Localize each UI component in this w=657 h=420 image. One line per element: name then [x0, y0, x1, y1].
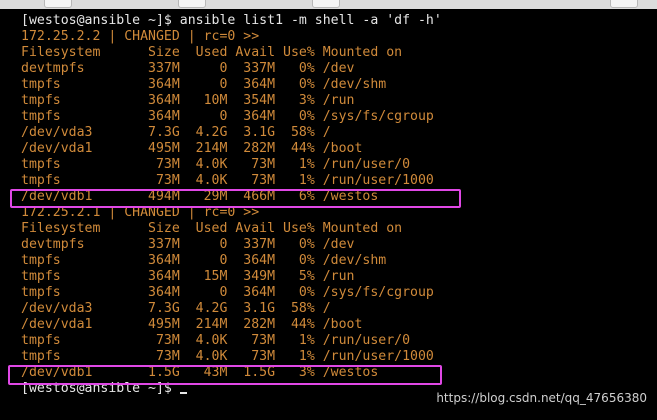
window-tab[interactable] — [610, 0, 638, 8]
df-row: tmpfs 364M 10M 354M 3% /run — [21, 93, 355, 108]
df-row: tmpfs 364M 0 364M 0% /dev/shm — [21, 77, 387, 92]
df-row: /dev/vda3 7.3G 4.2G 3.1G 58% / — [21, 125, 331, 140]
df-row: tmpfs 73M 4.0K 73M 1% /run/user/0 — [21, 157, 411, 172]
df-row: /dev/vda3 7.3G 4.2G 3.1G 58% / — [21, 301, 331, 316]
terminal-window[interactable]: [westos@ansible ~]$ ansible list1 -m she… — [0, 0, 657, 420]
df-header: Filesystem Size Used Avail Use% Mounted … — [21, 45, 403, 60]
df-header: Filesystem Size Used Avail Use% Mounted … — [21, 221, 403, 236]
host-status-line: 172.25.2.2 | CHANGED | rc=0 >> — [21, 29, 260, 44]
watermark-text: https://blog.csdn.net/qq_47656380 — [436, 391, 647, 405]
df-row: tmpfs 364M 0 364M 0% /dev/shm — [21, 253, 387, 268]
text-cursor — [179, 392, 187, 394]
window-tab[interactable] — [312, 0, 340, 8]
window-tab[interactable] — [178, 0, 206, 8]
df-row: devtmpfs 337M 0 337M 0% /dev — [21, 237, 355, 252]
df-row: /dev/vda1 495M 214M 282M 44% /boot — [21, 317, 363, 332]
df-row: devtmpfs 337M 0 337M 0% /dev — [21, 61, 355, 76]
command-line: [westos@ansible ~]$ ansible list1 -m she… — [21, 13, 442, 28]
df-row: tmpfs 364M 15M 349M 5% /run — [21, 269, 355, 284]
df-row: tmpfs 73M 4.0K 73M 1% /run/user/1000 — [21, 173, 434, 188]
window-tab-strip — [0, 0, 657, 9]
highlight-box-vdb1-host-2 — [10, 189, 461, 208]
df-row: tmpfs 73M 4.0K 73M 1% /run/user/0 — [21, 333, 411, 348]
df-row: /dev/vda1 495M 214M 282M 44% /boot — [21, 141, 363, 156]
df-row: tmpfs 364M 0 364M 0% /sys/fs/cgroup — [21, 109, 434, 124]
df-row: tmpfs 364M 0 364M 0% /sys/fs/cgroup — [21, 285, 434, 300]
window-tab[interactable] — [44, 0, 72, 8]
df-row: tmpfs 73M 4.0K 73M 1% /run/user/1000 — [21, 349, 434, 364]
highlight-box-vdb1-host-1 — [8, 365, 442, 385]
